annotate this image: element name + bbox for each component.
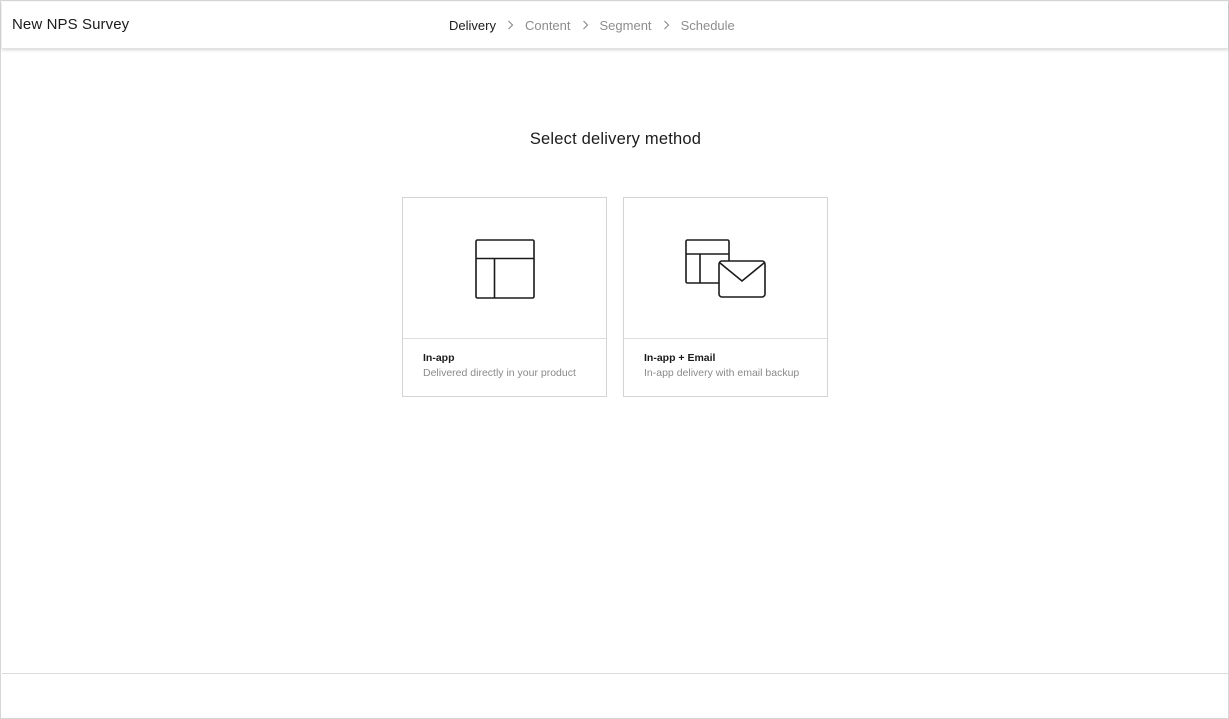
- step-breadcrumb: Delivery Content Segment Schedule: [449, 17, 735, 33]
- in-app-email-icon: [685, 239, 766, 298]
- option-illustration: [403, 198, 606, 339]
- top-bar: New NPS Survey Delivery Content Segment …: [2, 2, 1228, 49]
- chevron-right-icon: [496, 17, 525, 33]
- option-title: In-app: [423, 352, 455, 364]
- footer-bar: [2, 673, 1228, 718]
- option-title: In-app + Email: [644, 352, 716, 364]
- chevron-right-icon: [571, 17, 600, 33]
- delivery-option-in-app-email[interactable]: In-app + Email In-app delivery with emai…: [623, 197, 828, 397]
- step-segment[interactable]: Segment: [600, 18, 652, 33]
- section-heading: Select delivery method: [529, 130, 702, 148]
- step-delivery[interactable]: Delivery: [449, 18, 496, 33]
- chevron-right-icon: [652, 17, 681, 33]
- step-content[interactable]: Content: [525, 18, 571, 33]
- option-illustration: [624, 198, 827, 339]
- in-app-layout-icon: [475, 239, 535, 299]
- option-description: Delivered directly in your product: [423, 367, 576, 379]
- page-title: New NPS Survey: [12, 16, 130, 33]
- option-description: In-app delivery with email backup: [644, 367, 800, 379]
- delivery-option-in-app[interactable]: In-app Delivered directly in your produc…: [402, 197, 607, 397]
- step-schedule[interactable]: Schedule: [681, 18, 735, 33]
- app-window: New NPS Survey Delivery Content Segment …: [0, 0, 1229, 719]
